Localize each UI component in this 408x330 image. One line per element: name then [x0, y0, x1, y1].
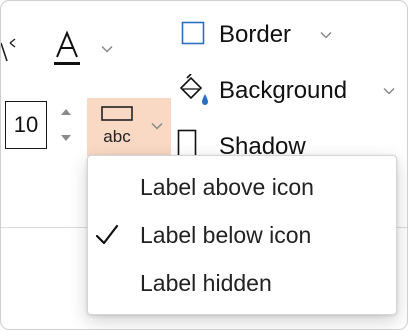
menu-item-label: Label hidden	[140, 270, 272, 296]
border-button[interactable]: Border	[175, 17, 403, 53]
border-chevron-down-icon[interactable]	[320, 31, 332, 39]
label-position-chevron-down-icon[interactable]	[151, 122, 163, 130]
checkmark-icon	[95, 224, 119, 245]
window-frame: 10 abc Border Background Shadow Label ab…	[0, 0, 408, 330]
decrease-font-size-icon[interactable]	[0, 37, 19, 67]
paint-bucket-icon	[179, 74, 208, 105]
menu-item-label-hidden[interactable]: Label hidden	[88, 262, 396, 306]
menu-item-label-above-icon[interactable]: Label above icon	[88, 166, 396, 210]
background-label: Background	[219, 77, 348, 104]
border-icon	[181, 21, 205, 45]
menu-item-label-below-icon[interactable]: Label below icon	[88, 214, 396, 258]
menu-item-label: Label below icon	[140, 222, 312, 248]
font-color-icon[interactable]	[53, 29, 83, 71]
background-button[interactable]: Background	[175, 73, 403, 109]
label-position-icon-text: abc	[103, 127, 131, 146]
border-label: Border	[219, 21, 292, 48]
background-chevron-down-icon[interactable]	[383, 87, 395, 95]
menu-item-label: Label above icon	[140, 174, 314, 200]
label-below-icon: abc	[101, 106, 133, 146]
label-position-menu: Label above icon Label below icon Label …	[87, 155, 397, 315]
font-color-chevron-down-icon[interactable]	[101, 45, 113, 53]
font-size-field[interactable]: 10	[5, 101, 47, 149]
label-position-button[interactable]: abc	[87, 98, 171, 156]
font-size-stepper[interactable]	[57, 105, 75, 145]
